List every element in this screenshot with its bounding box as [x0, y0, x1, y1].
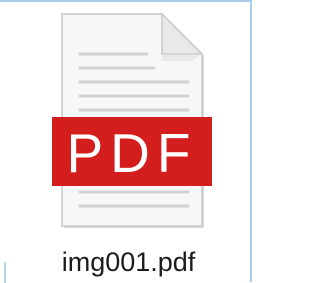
file-name-label[interactable]: img001.pdf — [0, 246, 257, 278]
pdf-badge-label: PDF — [67, 122, 198, 184]
file-item[interactable]: PDF img001.pdf — [0, 0, 257, 283]
pdf-file-icon[interactable]: PDF — [45, 12, 215, 234]
